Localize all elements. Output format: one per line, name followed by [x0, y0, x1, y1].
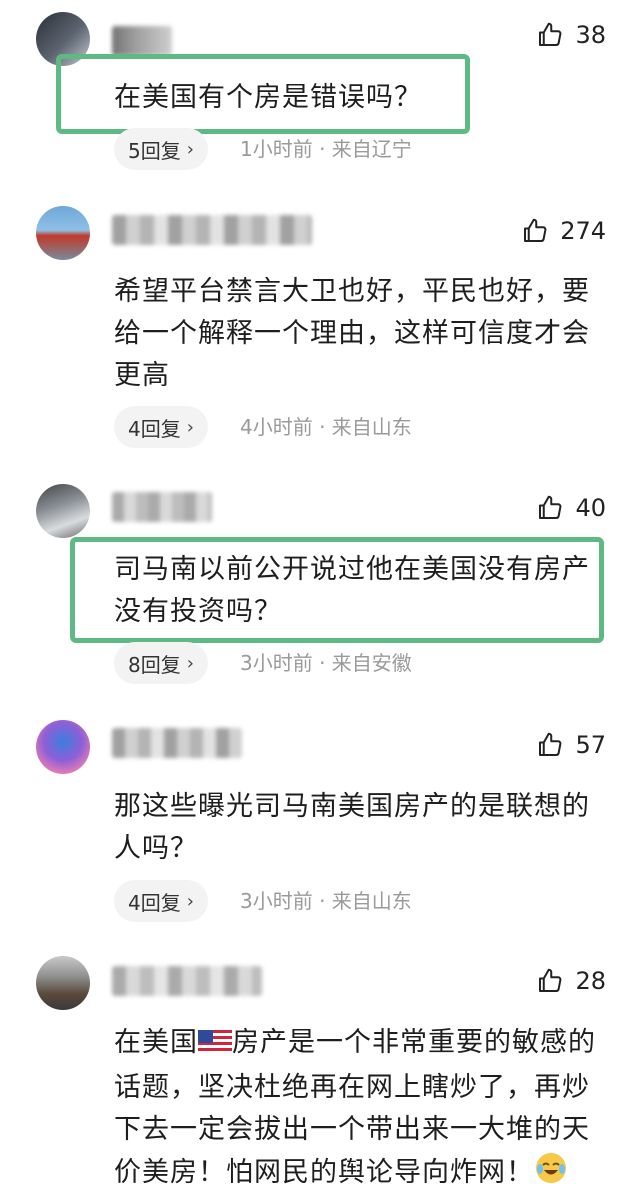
like-count: 274: [560, 217, 606, 245]
comment-text: 那这些曝光司马南美国房产的是联想的 人吗？: [114, 791, 590, 864]
username-blurred[interactable]: [112, 215, 312, 245]
chevron-right-icon: ›: [186, 652, 194, 674]
replies-button[interactable]: 4回复 ›: [114, 880, 208, 922]
username-blurred[interactable]: [112, 966, 262, 996]
comment-text: 希望平台禁言大卫也好，平民也好，要 给一个解释一个理由，这样可信度才会 更高: [114, 276, 590, 391]
avatar[interactable]: [36, 956, 90, 1010]
thumbs-up-icon: [539, 22, 562, 46]
thumbs-up-icon: [539, 495, 562, 519]
like-button[interactable]: 28: [535, 966, 606, 996]
thumbs-up-icon: [539, 732, 562, 756]
comment-meta: 1小时前 · 来自辽宁: [240, 137, 412, 161]
us-flag-emoji: [198, 1025, 232, 1067]
avatar[interactable]: [36, 484, 90, 538]
comment-text: 司马南以前公开说过他在美国没有房产 没有投资吗？: [114, 554, 590, 627]
avatar[interactable]: [36, 206, 90, 260]
like-button[interactable]: 57: [535, 730, 606, 760]
tears-of-joy-emoji: [534, 1151, 568, 1184]
avatar[interactable]: [36, 720, 90, 774]
like-count: 40: [575, 494, 606, 522]
username-blurred[interactable]: [112, 492, 212, 522]
like-count: 57: [575, 731, 606, 759]
replies-button[interactable]: 8回复 ›: [114, 642, 208, 684]
thumbs-up-icon: [539, 968, 562, 992]
chevron-right-icon: ›: [186, 890, 194, 912]
comment-text: 在美国有个房是错误吗？: [114, 82, 422, 113]
like-button[interactable]: 274: [520, 216, 606, 246]
comment-meta: 3小时前 · 来自山东: [240, 889, 412, 913]
chevron-right-icon: ›: [186, 138, 194, 160]
like-button[interactable]: 40: [535, 493, 606, 523]
username-blurred[interactable]: [112, 26, 172, 56]
replies-button[interactable]: 4回复 ›: [114, 406, 208, 448]
like-count: 38: [575, 21, 606, 49]
comment-meta: 3小时前 · 来自安徽: [240, 651, 412, 675]
thumbs-up-icon: [524, 218, 547, 242]
comment-text: 在美国 房产是一个非常重要的敏感的 话题，坚决杜绝再在网上瞎炒了，再炒 下去一定会…: [114, 1022, 614, 1184]
comment-meta: 4小时前 · 来自山东: [240, 415, 412, 439]
chevron-right-icon: ›: [186, 416, 194, 438]
like-count: 28: [575, 967, 606, 995]
comment-feed: 38 在美国有个房是错误吗？ 5回复 › 1小时前 · 来自辽宁 274 希望平…: [0, 0, 640, 1184]
replies-button[interactable]: 5回复 ›: [114, 128, 208, 170]
username-blurred[interactable]: [112, 728, 242, 758]
like-button[interactable]: 38: [535, 20, 606, 50]
